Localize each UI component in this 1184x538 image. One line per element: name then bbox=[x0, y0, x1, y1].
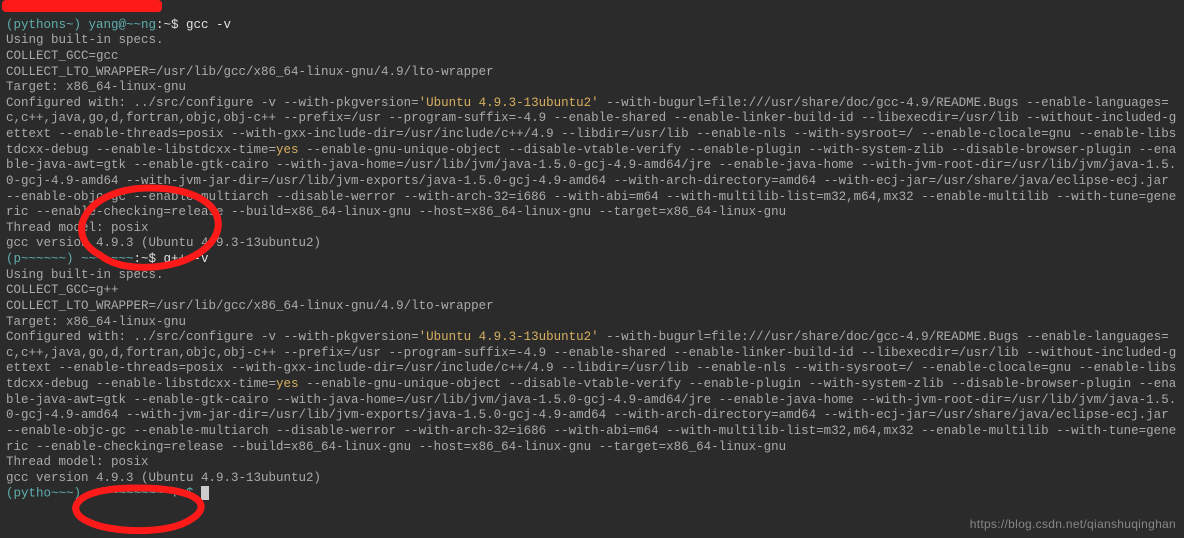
output-line: Configured with: ../src/configure -v --w… bbox=[6, 330, 1176, 453]
prompt-path: :~$ bbox=[134, 252, 164, 266]
terminal-output[interactable]: (pythons~) yang@~~ng:~$ gcc -v Using bui… bbox=[0, 0, 1184, 504]
output-line: Thread model: posix bbox=[6, 221, 149, 235]
output-line: gcc version 4.9.3 (Ubuntu 4.9.3-13ubuntu… bbox=[6, 471, 321, 485]
output-line: Using built-in specs. bbox=[6, 268, 164, 282]
prompt-user-host: (pytho~~~) ~~~~~~~~~~~:~$ bbox=[6, 487, 201, 501]
output-line: COLLECT_LTO_WRAPPER=/usr/lib/gcc/x86_64-… bbox=[6, 299, 494, 313]
output-line: Thread model: posix bbox=[6, 455, 149, 469]
prompt-user-host: (pythons~) yang@~~ng bbox=[6, 18, 156, 32]
redaction-mark bbox=[2, 0, 162, 12]
watermark: https://blog.csdn.net/qianshuqinghan bbox=[970, 517, 1176, 532]
command-gcc: gcc -v bbox=[186, 18, 231, 32]
output-line: Configured with: ../src/configure -v --w… bbox=[6, 96, 1176, 219]
output-line: Using built-in specs. bbox=[6, 33, 164, 47]
output-line: gcc version 4.9.3 (Ubuntu 4.9.3-13ubuntu… bbox=[6, 236, 321, 250]
output-line: Target: x86_64-linux-gnu bbox=[6, 315, 186, 329]
prompt-user-host: (p~~~~~~) ~~~~~~~ bbox=[6, 252, 134, 266]
output-line: COLLECT_LTO_WRAPPER=/usr/lib/gcc/x86_64-… bbox=[6, 65, 494, 79]
command-gpp: g++ -v bbox=[164, 252, 209, 266]
output-line: COLLECT_GCC=gcc bbox=[6, 49, 119, 63]
output-line: Target: x86_64-linux-gnu bbox=[6, 80, 186, 94]
output-line: COLLECT_GCC=g++ bbox=[6, 283, 119, 297]
prompt-path: :~$ bbox=[156, 18, 186, 32]
cursor bbox=[201, 486, 209, 500]
